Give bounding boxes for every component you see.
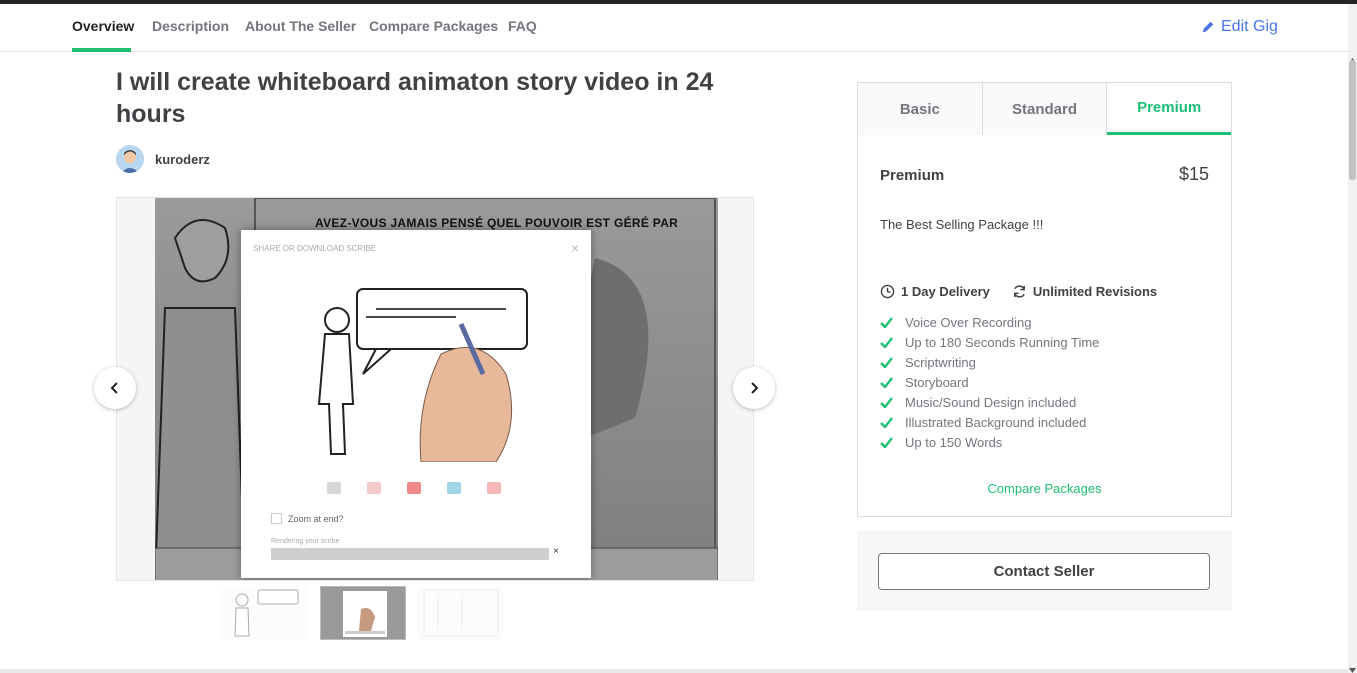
package-description: The Best Selling Package !!!	[880, 217, 1044, 232]
nav-tab-overview[interactable]: Overview	[72, 18, 134, 34]
nav-tab-description[interactable]: Description	[152, 18, 229, 34]
rendering-label: Rendering your scribe	[271, 538, 340, 545]
seller-avatar[interactable]	[116, 145, 144, 173]
checkmark-icon	[880, 356, 893, 368]
scrollbar-thumb[interactable]	[1349, 60, 1356, 180]
package-delivery-revisions: 1 Day Delivery Unlimited Revisions	[880, 284, 1157, 299]
feature-item: Voice Over Recording	[880, 312, 1099, 332]
youtube-icon[interactable]	[407, 482, 421, 494]
edit-gig-label: Edit Gig	[1221, 18, 1278, 35]
gig-title: I will create whiteboard animaton story …	[116, 68, 714, 128]
feature-item: Up to 150 Words	[880, 432, 1099, 452]
vimeo-icon[interactable]	[447, 482, 461, 494]
feature-item: Music/Sound Design included	[880, 392, 1099, 412]
compare-packages-link[interactable]: Compare Packages	[858, 481, 1231, 496]
zoom-checkbox[interactable]	[271, 513, 282, 524]
page-scrollbar[interactable]	[1348, 4, 1357, 673]
clock-icon	[880, 284, 895, 299]
gallery-thumbnail-active[interactable]	[320, 586, 406, 640]
share-download-modal: SHARE OR DOWNLOAD SCRIBE × Zoom at end? …	[241, 230, 591, 578]
slide-caption: AVEZ-VOUS JAMAIS PENSÉ QUEL POUVOIR EST …	[315, 216, 679, 230]
delivery-time: 1 Day Delivery	[901, 284, 990, 299]
rendering-cancel-icon[interactable]: ×	[553, 546, 559, 557]
feature-item: Scriptwriting	[880, 352, 1099, 372]
powerpoint-icon[interactable]	[487, 482, 501, 494]
nav-tab-faq[interactable]: FAQ	[508, 18, 537, 34]
seller-name[interactable]: kuroderz	[155, 152, 210, 167]
revisions-count: Unlimited Revisions	[1032, 284, 1158, 299]
contact-seller-section: Contact Seller	[857, 531, 1232, 611]
gallery-prev-button[interactable]	[94, 367, 136, 409]
edit-gig-link[interactable]: Edit Gig	[1201, 18, 1278, 36]
feature-item: Storyboard	[880, 372, 1099, 392]
package-tab-basic[interactable]: Basic	[858, 83, 983, 135]
modal-scribe-illustration	[251, 264, 581, 462]
gallery-thumbnail[interactable]	[222, 586, 308, 640]
bottom-edge	[0, 669, 1348, 673]
checkmark-icon	[880, 396, 893, 408]
package-tab-standard[interactable]: Standard	[982, 83, 1108, 135]
checkmark-icon	[880, 436, 893, 448]
refresh-icon	[1013, 285, 1025, 298]
gallery-next-button[interactable]	[733, 367, 775, 409]
package-tabs: Basic Standard Premium	[858, 83, 1232, 135]
modal-close-icon[interactable]: ×	[571, 240, 579, 256]
package-price: $15	[1178, 164, 1209, 184]
zoom-label: Zoom at end?	[288, 513, 344, 524]
modal-share-icons	[327, 482, 501, 494]
package-name: Premium	[880, 167, 945, 184]
modal-title: SHARE OR DOWNLOAD SCRIBE	[253, 244, 377, 253]
chevron-left-icon	[110, 382, 118, 394]
seller-info[interactable]: kuroderz	[116, 145, 210, 173]
gig-nav-bar: Overview Description About The Seller Co…	[0, 4, 1348, 52]
package-tab-premium[interactable]: Premium	[1107, 83, 1232, 135]
scroll-up-arrow-icon[interactable]	[1349, 50, 1356, 63]
feature-item: Up to 180 Seconds Running Time	[880, 332, 1099, 352]
checkmark-icon	[880, 416, 893, 428]
nav-tab-compare-packages[interactable]: Compare Packages	[369, 18, 498, 34]
checkmark-icon	[880, 316, 893, 328]
gallery-thumbnails	[222, 586, 504, 640]
download-icon[interactable]	[327, 482, 341, 494]
contact-seller-button[interactable]: Contact Seller	[878, 553, 1210, 590]
checkmark-icon	[880, 336, 893, 348]
zoom-at-end-option[interactable]: Zoom at end?	[271, 513, 344, 524]
checkmark-icon	[880, 376, 893, 388]
nav-tab-about-seller[interactable]: About The Seller	[245, 18, 356, 34]
pencil-icon	[1202, 21, 1214, 33]
package-features-list: Voice Over Recording Up to 180 Seconds R…	[880, 312, 1099, 452]
gallery-slide[interactable]: AVEZ-VOUS JAMAIS PENSÉ QUEL POUVOIR EST …	[155, 198, 718, 580]
feature-item: Illustrated Background included	[880, 412, 1099, 432]
gallery-thumbnail[interactable]	[418, 586, 504, 640]
chevron-right-icon	[751, 382, 759, 394]
nav-active-underline	[72, 48, 131, 52]
package-panel: Basic Standard Premium Premium $15 The B…	[857, 82, 1232, 517]
scroll-down-arrow-icon[interactable]	[1349, 661, 1356, 673]
gig-gallery: AVEZ-VOUS JAMAIS PENSÉ QUEL POUVOIR EST …	[116, 197, 754, 581]
rendering-progress-bar	[271, 548, 549, 560]
share-icon[interactable]	[367, 482, 381, 494]
